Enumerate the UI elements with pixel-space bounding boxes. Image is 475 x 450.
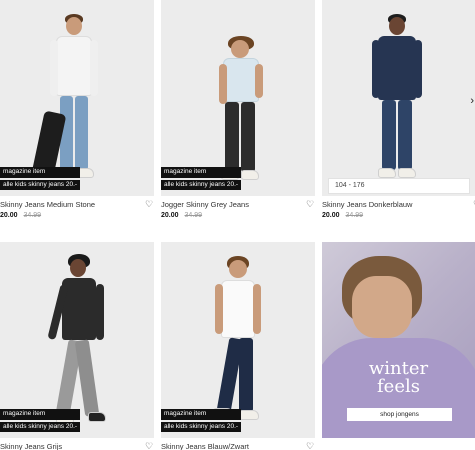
heart-icon[interactable]: ♡ bbox=[144, 441, 154, 450]
badge-promo: alle kids skinny jeans 20.- bbox=[161, 421, 242, 432]
product-name[interactable]: Skinny Jeans Donkerblauw bbox=[322, 200, 475, 209]
product-image[interactable]: magazine item alle kids skinny jeans 20.… bbox=[161, 242, 315, 438]
badge-promo: alle kids skinny jeans 20.- bbox=[0, 421, 81, 432]
heart-icon[interactable]: ♡ bbox=[305, 199, 315, 209]
product-image[interactable]: magazine item alle kids skinny jeans 20.… bbox=[0, 242, 154, 438]
product-image[interactable]: magazine item alle kids skinny jeans 20.… bbox=[161, 0, 315, 196]
product-name[interactable]: Skinny Jeans Blauw/Zwart bbox=[161, 442, 315, 450]
promo-line-2: feels bbox=[377, 376, 420, 397]
heart-icon[interactable]: ♡ bbox=[144, 199, 154, 209]
badge-magazine: magazine item bbox=[161, 167, 242, 178]
badge-magazine: magazine item bbox=[161, 409, 242, 420]
chevron-right-icon[interactable]: › bbox=[470, 95, 474, 107]
product-name[interactable]: Skinny Jeans Grijs bbox=[0, 442, 154, 450]
product-price: 20.00 bbox=[322, 212, 340, 219]
badge-magazine: magazine item bbox=[0, 409, 81, 420]
product-old-price: 34.99 bbox=[23, 212, 42, 219]
product-price: 20.00 bbox=[161, 212, 179, 219]
product-old-price: 34.99 bbox=[345, 212, 364, 219]
promo-banner[interactable]: winter feels shop jongens bbox=[322, 242, 475, 438]
product-old-price: 34.99 bbox=[184, 212, 203, 219]
badge-magazine: magazine item bbox=[0, 167, 81, 178]
heart-icon[interactable]: ♡ bbox=[305, 441, 315, 450]
size-range[interactable]: 104 - 176 bbox=[328, 178, 470, 194]
product-name[interactable]: Jogger Skinny Grey Jeans bbox=[161, 200, 315, 209]
badge-promo: alle kids skinny jeans 20.- bbox=[161, 179, 242, 190]
product-image[interactable]: magazine item alle kids skinny jeans 20.… bbox=[0, 0, 154, 196]
product-name[interactable]: Skinny Jeans Medium Stone bbox=[0, 200, 154, 209]
badge-promo: alle kids skinny jeans 20.- bbox=[0, 179, 81, 190]
shop-boys-button[interactable]: shop jongens bbox=[347, 408, 452, 421]
product-image[interactable]: 104 - 176 bbox=[322, 0, 475, 196]
product-price: 20.00 bbox=[0, 212, 18, 219]
